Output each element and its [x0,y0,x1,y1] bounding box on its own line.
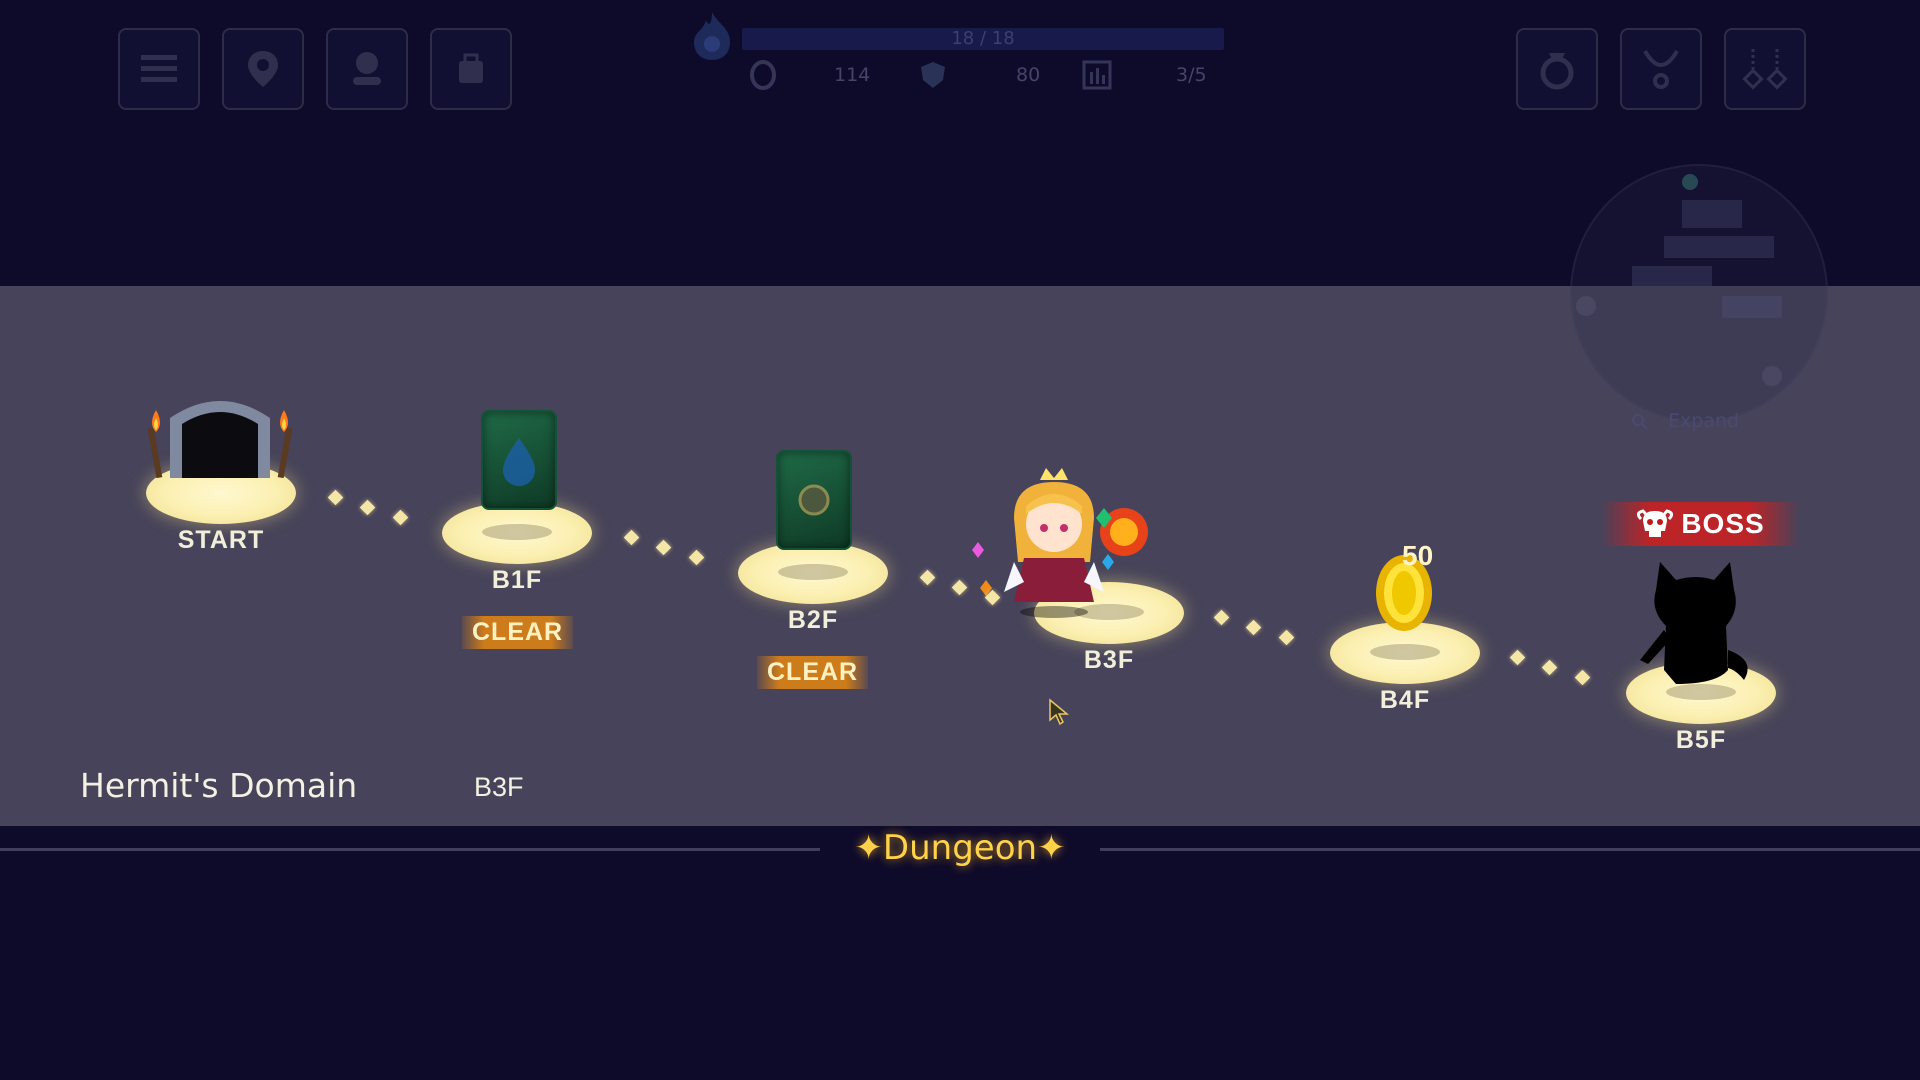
stat-gold: 114 [834,64,871,86]
search-icon [1632,414,1648,430]
map-pin-icon [248,51,278,87]
flame-icon [694,12,730,60]
menu-icon [141,55,177,82]
dungeon-title-text: Dungeon [882,828,1038,868]
cave-entrance-icon [147,401,293,479]
floor-label-b2f: B2F [787,606,839,634]
bag-icon [459,53,483,83]
card-icon [481,410,557,510]
character-icon [353,52,381,85]
clear-badge: CLEAR [462,616,574,649]
ring-button[interactable] [1516,28,1598,110]
compass-icon [798,484,830,516]
boss-badge: BOSS [1600,502,1800,546]
minimap[interactable] [1570,164,1828,422]
necklace-icon [1643,49,1679,89]
sparkle-icon: ✦ [854,828,883,868]
minimap-rooms [1576,174,1782,386]
floor-label-b3f: B3F [1083,646,1135,674]
floor-label-b1f: B1F [491,566,543,594]
floor-label-start: START [177,526,265,554]
ring-icon [1540,53,1574,90]
water-drop-icon [503,438,535,486]
floor-label-b4f: B4F [1379,686,1431,714]
mouse-cursor-icon [1049,698,1070,726]
map-button[interactable] [222,28,304,110]
divider-right [1100,848,1920,851]
floor-label-b5f: B5F [1675,726,1727,754]
chart-icon [1082,60,1112,90]
reward-amount: 50 [1402,540,1434,571]
boss-silhouette-icon [1640,562,1748,684]
boss-label: BOSS [1681,508,1765,539]
shield-icon [921,62,945,88]
relic-icon [1742,49,1788,90]
sparkle-icon: ✦ [1037,828,1066,868]
hp-bar: 18 / 18 [742,28,1224,50]
stat-defense: 80 [1016,64,1041,86]
clear-badge: CLEAR [757,656,869,689]
current-floor: B3F [474,772,524,802]
relic-button[interactable] [1724,28,1806,110]
hp-text: 18 / 18 [951,28,1015,49]
dungeon-title: ✦Dungeon✦ [820,828,1100,868]
skull-icon [1637,509,1674,537]
bag-button[interactable] [430,28,512,110]
area-name: Hermit's Domain [80,766,358,805]
stat-progress: 3/5 [1176,64,1207,86]
character-button[interactable] [326,28,408,110]
coin-stack-icon [750,60,776,90]
necklace-button[interactable] [1620,28,1702,110]
divider-left [0,848,820,851]
minimap-expand-button[interactable]: Expand [1668,410,1739,432]
card-icon [776,450,852,550]
menu-button[interactable] [118,28,200,110]
